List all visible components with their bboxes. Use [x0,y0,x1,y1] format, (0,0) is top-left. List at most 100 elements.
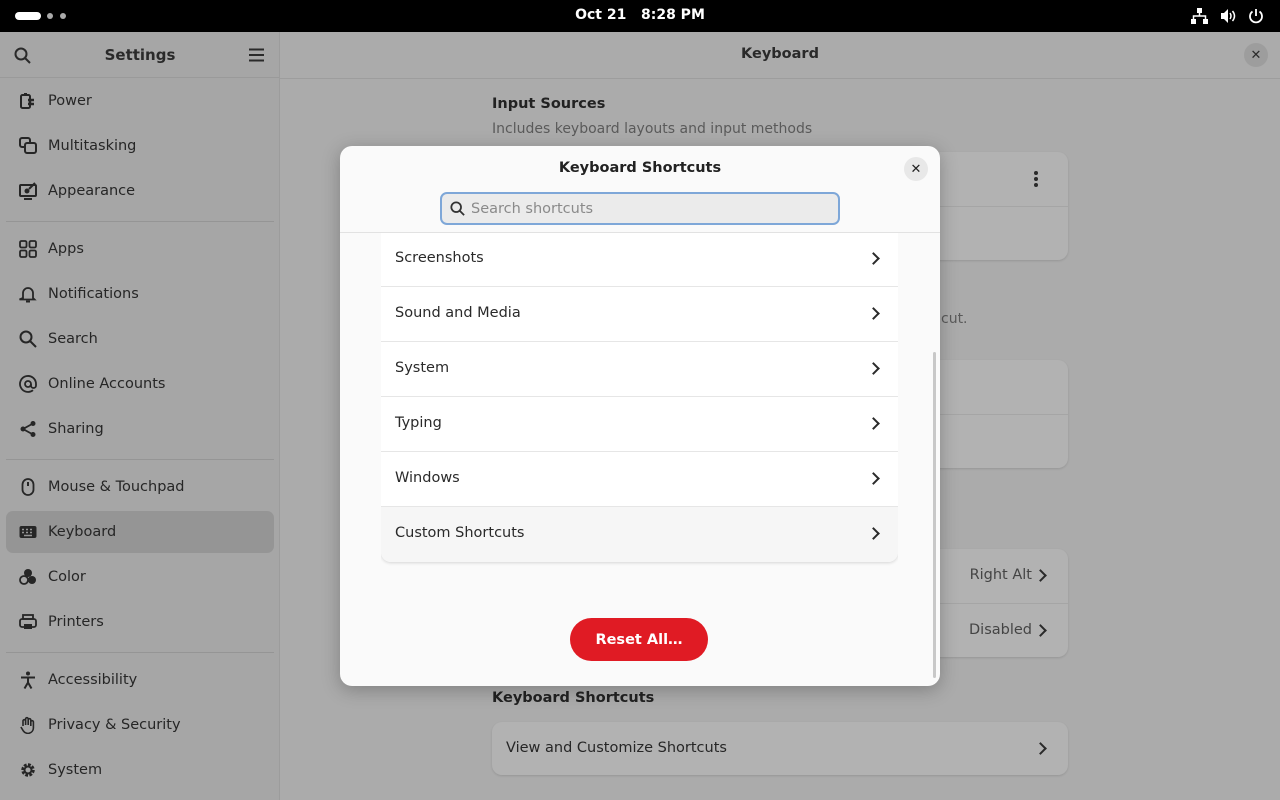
reset-all-button[interactable]: Reset All… [570,618,708,661]
chevron-right-icon [867,472,880,485]
shortcut-category-typing[interactable]: Typing [381,397,898,452]
hand-icon [20,716,35,734]
sidebar-item-sharing[interactable]: Sharing [6,408,274,450]
mouse-icon [21,478,35,496]
sidebar-item-label: Online Accounts [48,376,166,392]
accessibility-icon [21,671,35,689]
sidebar-item-label: Accessibility [48,672,138,688]
category-label: System [395,360,450,376]
sidebar-separator [6,221,274,222]
multitasking-icon [19,137,37,154]
scrollbar[interactable] [933,352,936,678]
sidebar-item-notifications[interactable]: Notifications [6,273,274,315]
share-icon [20,421,36,437]
category-label: Screenshots [395,250,484,266]
search-field[interactable] [440,192,840,225]
sidebar-item-label: Privacy & Security [48,717,181,733]
sidebar-item-printers[interactable]: Printers [6,601,274,643]
keyboard-icon [19,526,37,538]
sidebar-item-appearance[interactable]: Appearance [6,170,274,212]
bell-icon [19,287,37,303]
divider [280,78,1280,79]
sidebar-item-privacy-security[interactable]: Privacy & Security [6,704,274,746]
sidebar-item-accessibility[interactable]: Accessibility [6,659,274,701]
shortcut-category-screenshots[interactable]: Screenshots [381,233,898,287]
menu-icon[interactable] [249,48,264,62]
sidebar-item-online-accounts[interactable]: Online Accounts [6,363,274,405]
chevron-right-icon [1034,569,1047,582]
sidebar-item-mouse-touchpad[interactable]: Mouse & Touchpad [6,466,274,508]
chevron-right-icon [867,527,880,540]
sidebar-item-label: Keyboard [48,524,117,540]
sidebar-separator [6,652,274,653]
sidebar-separator [6,459,274,460]
color-icon [19,569,36,585]
sidebar-item-keyboard[interactable]: Keyboard [6,511,274,553]
network-icon[interactable] [1191,8,1208,24]
sidebar-title: Settings [104,46,176,64]
volume-icon[interactable] [1220,8,1237,24]
keyboard-shortcuts-dialog: Keyboard Shortcuts ✕ NavigationScreensho… [340,146,940,686]
sidebar: Settings Power Multitasking Appearance Apps… [0,32,280,800]
category-label: Typing [395,415,442,431]
window-close-button[interactable]: ✕ [1244,43,1268,67]
search-input[interactable] [471,200,811,217]
search-icon [19,330,37,348]
shortcut-category-custom-shortcuts[interactable]: Custom Shortcuts [381,507,898,562]
power-battery-icon [20,93,34,109]
sidebar-item-label: Printers [48,614,104,630]
more-options-icon[interactable] [1033,170,1039,188]
shortcut-category-sound-and-media[interactable]: Sound and Media [381,287,898,342]
date: Oct 21 [575,7,627,23]
shortcut-category-list: NavigationScreenshotsSound and MediaSyst… [381,233,898,594]
printer-icon [19,614,37,629]
page-title: Keyboard [741,46,819,62]
category-label: Custom Shortcuts [395,525,525,541]
keyboard-shortcuts-heading: Keyboard Shortcuts [492,690,655,706]
sidebar-item-apps[interactable]: Apps [6,228,274,270]
chevron-right-icon [867,417,880,430]
sidebar-item-color[interactable]: Color [6,556,274,598]
row-value: Disabled [969,622,1032,638]
appearance-icon [19,182,37,200]
gear-icon [21,763,35,777]
sidebar-item-label: System [48,762,103,778]
chevron-right-icon [1034,624,1047,637]
sidebar-item-label: Color [48,569,86,585]
chevron-right-icon [1034,742,1047,755]
at-icon [19,375,37,393]
dialog-close-button[interactable]: ✕ [904,157,928,181]
dialog-title: Keyboard Shortcuts [558,160,722,176]
sidebar-item-label: Mouse & Touchpad [48,479,185,495]
apps-icon [19,240,37,258]
input-sources-heading: Input Sources [492,96,606,112]
sidebar-item-label: Notifications [48,286,139,302]
chevron-right-icon [867,252,880,265]
chevron-right-icon [867,362,880,375]
time: 8:28 PM [640,7,705,23]
sidebar-item-power[interactable]: Power [6,80,274,122]
power-icon[interactable] [1248,8,1264,24]
sidebar-item-label: Sharing [48,421,104,437]
row-label: View and Customize Shortcuts [506,740,727,756]
clock[interactable]: Oct 21 8:28 PM [0,7,1280,23]
sidebar-item-label: Multitasking [48,138,137,154]
sidebar-item-label: Power [48,93,92,109]
row-value: Right Alt [969,567,1032,583]
sidebar-item-label: Search [48,331,98,347]
sidebar-item-search[interactable]: Search [6,318,274,360]
sidebar-item-label: Appearance [48,183,136,199]
shortcut-category-system[interactable]: System [381,342,898,397]
sidebar-item-label: Apps [48,241,84,257]
sidebar-item-multitasking[interactable]: Multitasking [6,125,274,167]
category-label: Windows [395,470,460,486]
input-sources-subtitle: Includes keyboard layouts and input meth… [492,121,813,137]
search-icon [450,201,465,216]
section-subtitle: cut. [941,311,968,327]
view-shortcuts-row[interactable]: View and Customize Shortcuts [492,722,1068,775]
sidebar-item-system[interactable]: System [6,749,274,791]
category-label: Sound and Media [395,305,521,321]
chevron-right-icon [867,307,880,320]
sidebar-header: Settings [0,32,279,78]
shortcut-category-windows[interactable]: Windows [381,452,898,507]
